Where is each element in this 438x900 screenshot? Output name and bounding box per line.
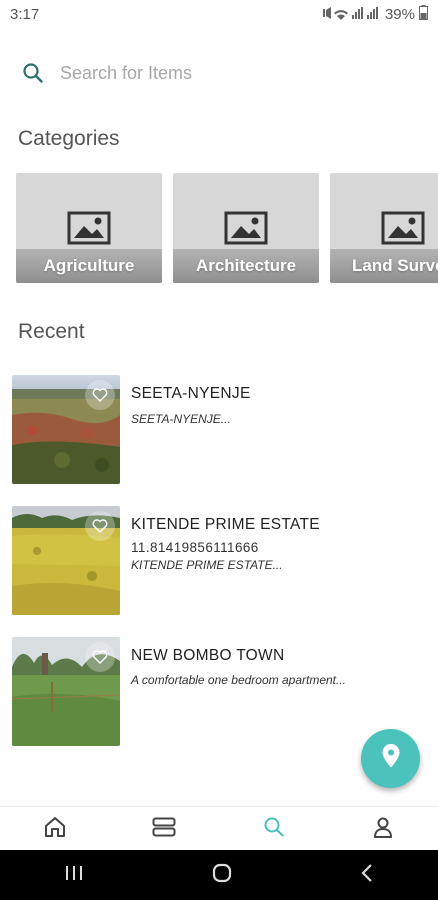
bottom-navigation — [0, 806, 438, 851]
home-circle-icon[interactable] — [212, 863, 232, 888]
nav-profile[interactable] — [353, 807, 413, 851]
category-card-land-survey[interactable]: Land Survey — [330, 173, 438, 283]
profile-icon — [373, 816, 393, 843]
search-icon — [263, 816, 285, 843]
search-icon[interactable] — [22, 62, 44, 84]
property-thumbnail[interactable] — [12, 375, 120, 484]
battery-percent: 39% — [384, 5, 415, 23]
favorite-heart-icon[interactable] — [85, 380, 115, 410]
favorite-heart-icon[interactable] — [85, 511, 115, 541]
property-thumbnail[interactable] — [12, 506, 120, 615]
category-label: Architecture — [173, 249, 319, 283]
signal-icons — [321, 6, 381, 23]
nav-search[interactable] — [244, 807, 304, 851]
property-title[interactable]: SEETA-NYENJE — [131, 385, 251, 403]
favorite-heart-icon[interactable] — [85, 642, 115, 672]
property-thumbnail[interactable] — [12, 637, 120, 746]
search-bar[interactable] — [22, 58, 402, 88]
categories-carousel[interactable]: Agriculture Architecture Land Survey — [16, 173, 438, 283]
category-card-agriculture[interactable]: Agriculture — [16, 173, 162, 283]
category-label: Land Survey — [330, 249, 438, 283]
recents-icon[interactable] — [64, 864, 84, 887]
category-label: Agriculture — [16, 249, 162, 283]
category-card-architecture[interactable]: Architecture — [173, 173, 319, 283]
location-pin-icon — [382, 744, 400, 773]
battery-icon — [419, 4, 428, 24]
list-icon — [152, 817, 176, 842]
categories-heading: Categories — [18, 127, 120, 150]
property-description: SEETA-NYENJE... — [131, 412, 231, 426]
image-placeholder-icon — [224, 211, 268, 250]
home-icon — [43, 816, 67, 843]
status-indicators: 39% — [321, 4, 428, 24]
status-time: 3:17 — [10, 5, 40, 23]
property-description: KITENDE PRIME ESTATE... — [131, 558, 283, 572]
map-location-button[interactable] — [361, 729, 420, 788]
status-bar: 3:17 39% — [0, 0, 438, 28]
recent-item-kitende-prime-estate[interactable]: KITENDE PRIME ESTATE 11.81419856111666 K… — [12, 506, 432, 616]
system-navigation-bar — [0, 850, 438, 900]
recent-item-new-bombo-town[interactable]: NEW BOMBO TOWN A comfortable one bedroom… — [12, 637, 432, 747]
search-input[interactable] — [60, 62, 360, 84]
property-number: 11.81419856111666 — [131, 540, 259, 555]
nav-home[interactable] — [25, 807, 85, 851]
recent-heading: Recent — [18, 320, 85, 343]
property-title[interactable]: KITENDE PRIME ESTATE — [131, 516, 320, 534]
property-description: A comfortable one bedroom apartment... — [131, 673, 347, 687]
image-placeholder-icon — [381, 211, 425, 250]
back-icon[interactable] — [360, 863, 374, 888]
nav-listings[interactable] — [134, 807, 194, 851]
recent-item-seeta-nyenje[interactable]: SEETA-NYENJE SEETA-NYENJE... — [12, 375, 432, 485]
property-title[interactable]: NEW BOMBO TOWN — [131, 647, 284, 665]
image-placeholder-icon — [67, 211, 111, 250]
